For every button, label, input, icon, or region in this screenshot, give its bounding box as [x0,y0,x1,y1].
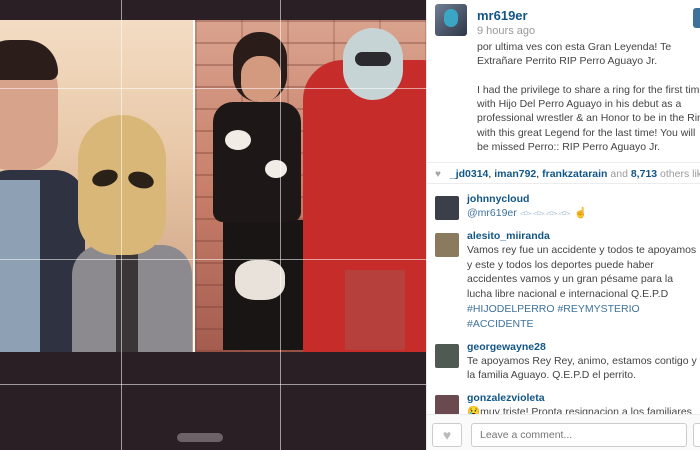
costume-spot [265,160,287,178]
post-photo[interactable] [0,20,426,352]
list-item: georgewayne28 Te apoyamos Rey Rey, animo… [435,340,700,384]
grid-line [280,0,281,450]
post-caption: por ultima ves con esta Gran Leyenda! Te… [477,41,700,154]
post-timestamp: 9 hours ago [477,25,536,37]
avatar[interactable] [435,4,467,36]
post-header: mr619er Fo 9 hours ago por ultima ves co… [435,4,700,160]
masked-wrestler-legs [345,270,405,350]
young-wrestler-face [241,56,281,102]
comment-text: @mr619er 𓁹𓁹𓁹𓁹 ☝ [467,207,588,219]
photo-viewer [0,0,426,450]
comment-input[interactable] [471,423,687,447]
hashtags[interactable]: #HIJODELPERRO #REYMYSTERIO #ACCIDENTE [467,303,640,330]
grid-line [0,259,426,260]
more-options-button[interactable] [693,423,700,447]
photo-collage-right [195,20,426,352]
list-item: johnnycloud @mr619er 𓁹𓁹𓁹𓁹 ☝ [435,192,700,221]
comment-username[interactable]: johnnycloud [467,192,700,206]
comment-body: Vamos rey fue un accidente y todos te ap… [467,243,697,301]
likes-count[interactable]: 8,713 [631,168,657,180]
comment-username[interactable]: gonzalezvioleta [467,391,700,405]
mask-eye [355,52,391,66]
grid-line [0,88,426,89]
young-wrestler-figure [213,102,301,222]
comment-username[interactable]: georgewayne28 [467,340,700,354]
likes-others: others like this [660,168,700,180]
follow-button[interactable]: Fo [693,8,700,28]
likes-and: and [610,168,628,180]
avatar[interactable] [435,343,459,368]
hair [0,40,58,80]
comment-bar: ♥ [427,414,700,450]
heart-icon: ♥ [435,169,441,180]
post-details-panel: mr619er Fo 9 hours ago por ultima ves co… [426,0,700,450]
like-user[interactable]: frankzatarain [542,168,607,180]
avatar[interactable] [435,196,459,220]
heart-icon: ♥ [442,427,452,443]
like-user[interactable]: iman792 [494,168,536,180]
list-item: alesito_miiranda Vamos rey fue un accide… [435,229,700,332]
costume-spot [235,260,285,300]
photo-collage-left [0,20,193,352]
likes-bar: ♥ _jd0314, iman792, frankzatarain and 8,… [427,162,700,184]
avatar[interactable] [435,232,459,257]
grid-line [121,0,122,450]
like-user[interactable]: _jd0314 [450,168,489,180]
shirt [0,180,40,352]
grid-line [0,384,426,385]
comment-username[interactable]: alesito_miiranda [467,229,700,243]
comment-list: johnnycloud @mr619er 𓁹𓁹𓁹𓁹 ☝ alesito_miir… [435,192,700,428]
tie [116,250,138,352]
post-username[interactable]: mr619er [477,8,528,23]
costume-spot [225,130,251,150]
comment-text: Te apoyamos Rey Rey, animo, estamos cont… [467,354,697,382]
scroll-handle[interactable] [177,433,223,442]
comment-text: Vamos rey fue un accidente y todos te ap… [467,243,700,332]
like-button[interactable]: ♥ [432,423,462,447]
